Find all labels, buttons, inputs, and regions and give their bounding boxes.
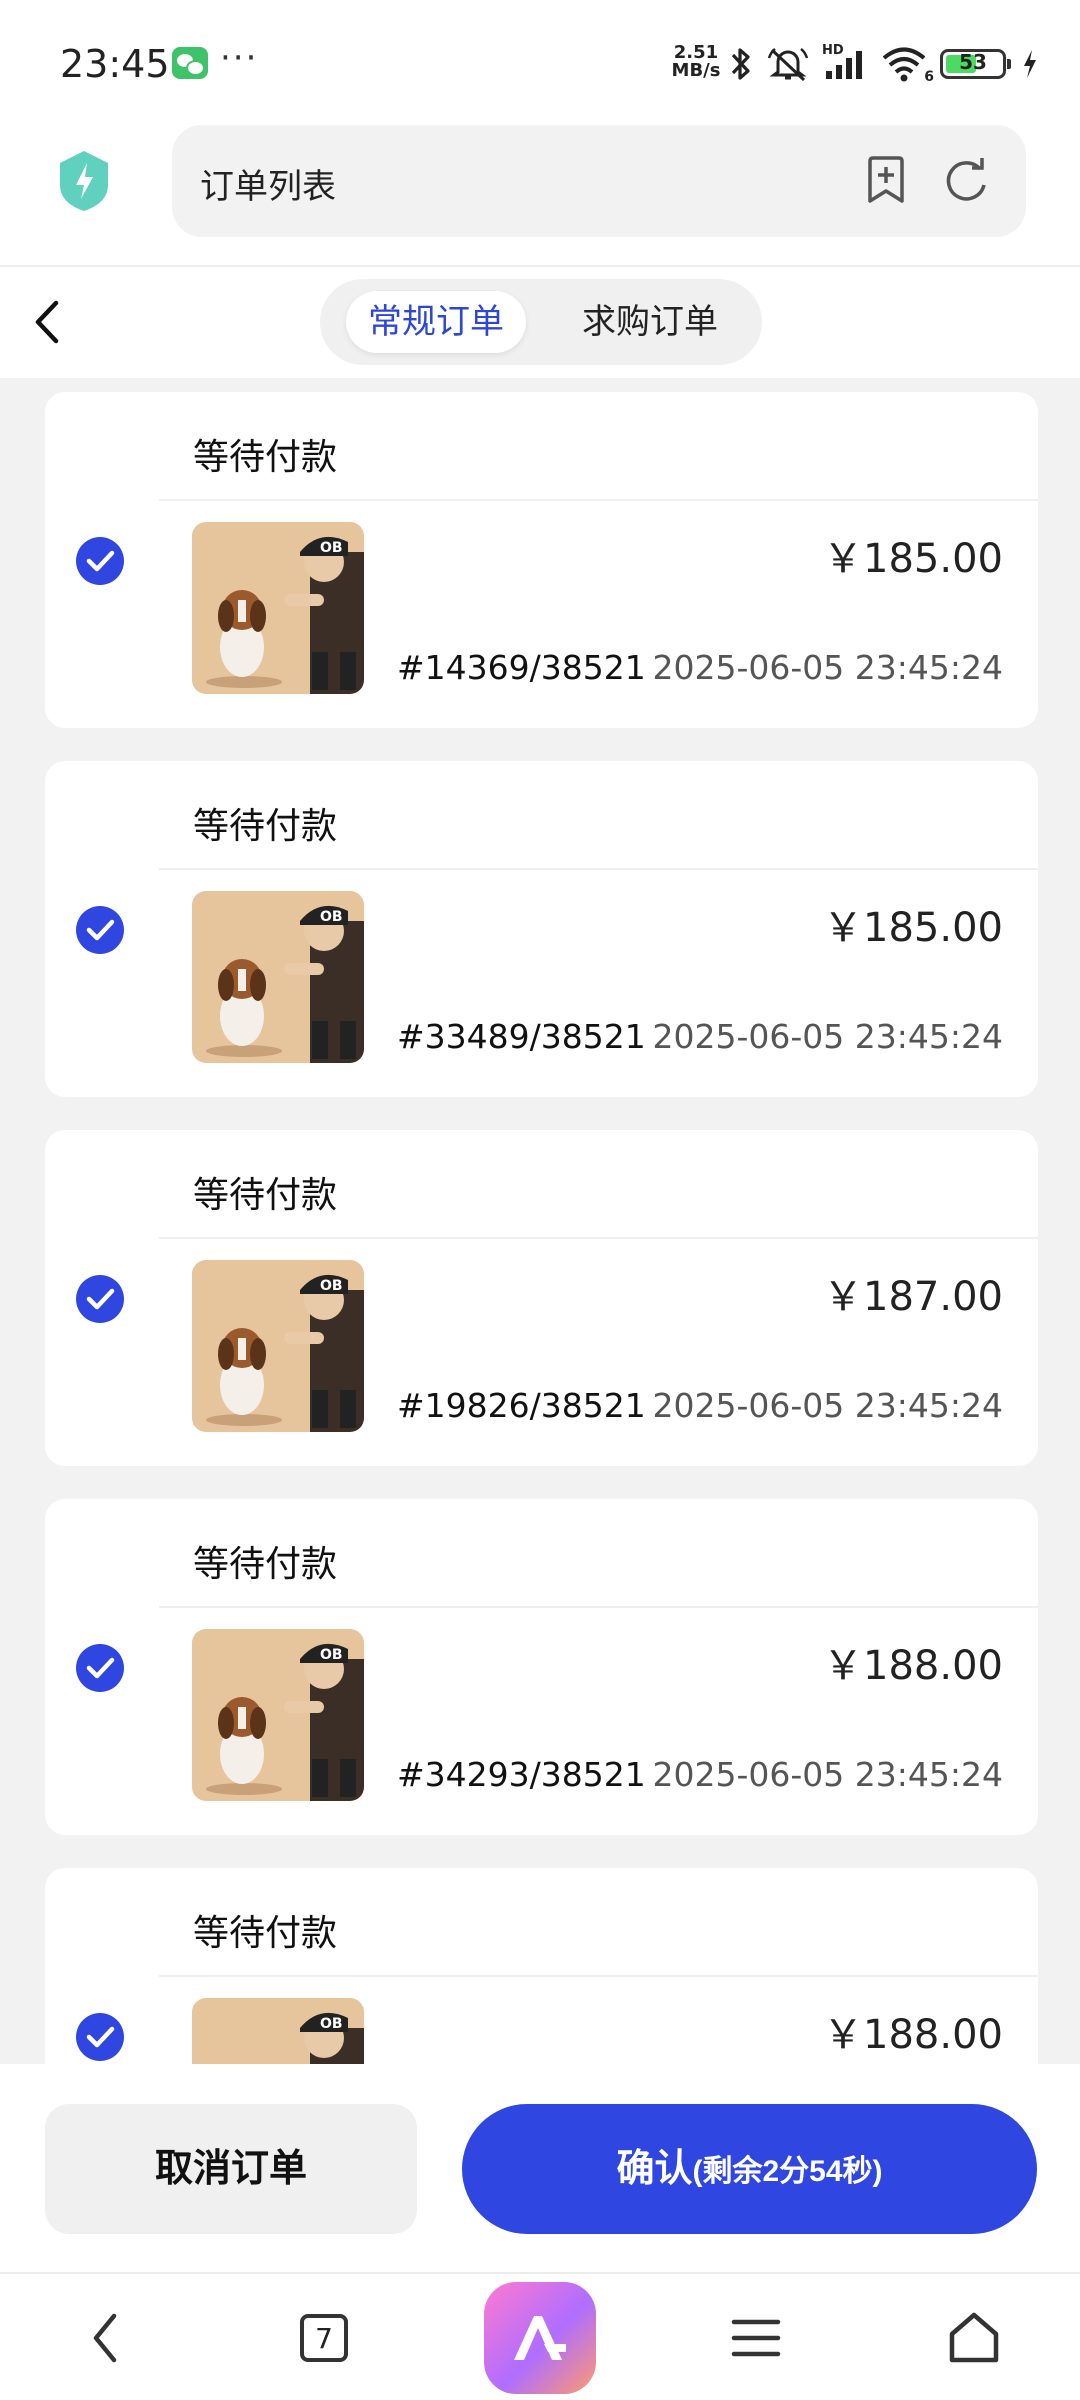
- svg-text:OB: OB: [320, 2016, 343, 2032]
- order-number: #33489/38521: [397, 1017, 646, 1056]
- order-card[interactable]: 等待付款 OB ￥188.00 #34293/38521 2025-06-05 …: [45, 1499, 1038, 1835]
- svg-text:OB: OB: [320, 540, 343, 556]
- back-icon[interactable]: [28, 297, 68, 347]
- status-icons: HD 6 53: [728, 43, 1038, 85]
- order-time: 2025-06-05 23:45:24: [652, 1386, 1003, 1425]
- home-icon: [949, 2312, 999, 2363]
- nav-menu-button[interactable]: [706, 2274, 806, 2400]
- check-circle-icon[interactable]: [75, 1643, 125, 1693]
- wifi-icon: 6: [882, 45, 934, 85]
- tab-regular-orders[interactable]: 常规订单: [346, 291, 526, 353]
- browser-nav-bar: 7: [0, 2272, 1080, 2400]
- nav-home-button[interactable]: [924, 2274, 1024, 2400]
- order-time: 2025-06-05 23:45:24: [652, 1017, 1003, 1056]
- order-status: 等待付款: [193, 806, 338, 847]
- confirm-button[interactable]: 确认(剩余2分54秒): [462, 2104, 1037, 2234]
- svg-text:OB: OB: [320, 1278, 343, 1294]
- order-card[interactable]: 等待付款 OB ￥188.00: [45, 1868, 1038, 2064]
- order-price: ￥185.00: [823, 905, 1003, 951]
- divider: [159, 499, 1038, 501]
- product-thumbnail[interactable]: OB: [192, 1260, 364, 1432]
- check-circle-icon[interactable]: [75, 2012, 125, 2062]
- cancel-order-button[interactable]: 取消订单: [45, 2104, 417, 2234]
- status-time: 23:45: [60, 42, 170, 86]
- check-circle-icon[interactable]: [75, 905, 125, 955]
- order-number: #34293/38521: [397, 1755, 646, 1794]
- svg-text:OB: OB: [320, 909, 343, 925]
- address-bar[interactable]: 订单列表: [172, 125, 1026, 237]
- check-circle-icon[interactable]: [75, 1274, 125, 1324]
- product-thumbnail[interactable]: OB: [192, 1629, 364, 1801]
- order-card[interactable]: 等待付款 OB ￥185.00 #14369/38521 2025-06-05 …: [45, 392, 1038, 728]
- order-status: 等待付款: [193, 437, 338, 478]
- divider: [159, 868, 1038, 870]
- order-number: #19826/38521: [397, 1386, 646, 1425]
- product-thumbnail[interactable]: OB: [192, 522, 364, 694]
- battery-icon: 53: [940, 49, 1011, 79]
- product-thumbnail[interactable]: OB: [192, 1998, 364, 2064]
- nav-app-logo-button[interactable]: [484, 2274, 596, 2400]
- order-price: ￥188.00: [823, 1643, 1003, 1689]
- tab-purchase-orders[interactable]: 求购订单: [560, 291, 740, 353]
- order-time: 2025-06-05 23:45:24: [652, 1755, 1003, 1794]
- divider: [159, 1237, 1038, 1239]
- check-circle-icon[interactable]: [75, 536, 125, 586]
- divider: [159, 1975, 1038, 1977]
- battery-level: 53: [959, 50, 987, 74]
- order-card[interactable]: 等待付款 OB ￥185.00 #33489/38521 2025-06-05 …: [45, 761, 1038, 1097]
- order-card[interactable]: 等待付款 OB ￥187.00 #19826/38521 2025-06-05 …: [45, 1130, 1038, 1466]
- order-status: 等待付款: [193, 1544, 338, 1585]
- shield-icon[interactable]: [56, 149, 112, 213]
- bluetooth-icon: [731, 48, 750, 80]
- more-dots-icon: ···: [220, 38, 259, 78]
- refresh-icon[interactable]: [942, 155, 990, 205]
- address-text: 订单列表: [200, 167, 336, 207]
- order-number: #14369/38521: [397, 648, 646, 687]
- wifi-badge: 6: [924, 69, 934, 85]
- back-icon: [93, 2313, 117, 2363]
- charging-icon: [1024, 50, 1036, 78]
- alarm-off-icon: [767, 48, 809, 82]
- order-price: ￥185.00: [823, 536, 1003, 582]
- action-bar: 取消订单 确认(剩余2分54秒): [0, 2064, 1080, 2272]
- net-speed: 2.51 MB/s: [668, 44, 724, 80]
- order-tab-switch: 常规订单 求购订单: [320, 279, 762, 365]
- order-time: 2025-06-05 23:45:24: [652, 648, 1003, 687]
- signal-icon: HD: [822, 43, 870, 83]
- wechat-icon: [172, 47, 208, 79]
- product-thumbnail[interactable]: OB: [192, 891, 364, 1063]
- order-status: 等待付款: [193, 1913, 338, 1954]
- tab-count: 7: [300, 2314, 348, 2362]
- confirm-countdown: (剩余2分54秒): [692, 2155, 883, 2188]
- menu-icon: [731, 2319, 781, 2357]
- status-bar: 23:45 ··· 2.51 MB/s HD 6 53: [0, 0, 1080, 125]
- svg-text:OB: OB: [320, 1647, 343, 1663]
- nav-back-button[interactable]: [56, 2274, 156, 2400]
- order-status: 等待付款: [193, 1175, 338, 1216]
- divider: [159, 1606, 1038, 1608]
- nav-tabs-button[interactable]: 7: [274, 2274, 374, 2400]
- app-logo-icon: [514, 2316, 566, 2360]
- net-speed-unit: MB/s: [671, 60, 721, 81]
- order-list: 等待付款 OB ￥185.00 #14369/38521 2025-06-05 …: [0, 378, 1080, 2064]
- bookmark-add-icon[interactable]: [862, 155, 910, 205]
- order-price: ￥188.00: [823, 2012, 1003, 2058]
- order-price: ￥187.00: [823, 1274, 1003, 1320]
- app-logo: [484, 2282, 596, 2394]
- browser-toolbar: 订单列表: [0, 125, 1080, 265]
- confirm-label: 确认: [616, 2148, 693, 2190]
- page-header: 常规订单 求购订单: [0, 265, 1080, 378]
